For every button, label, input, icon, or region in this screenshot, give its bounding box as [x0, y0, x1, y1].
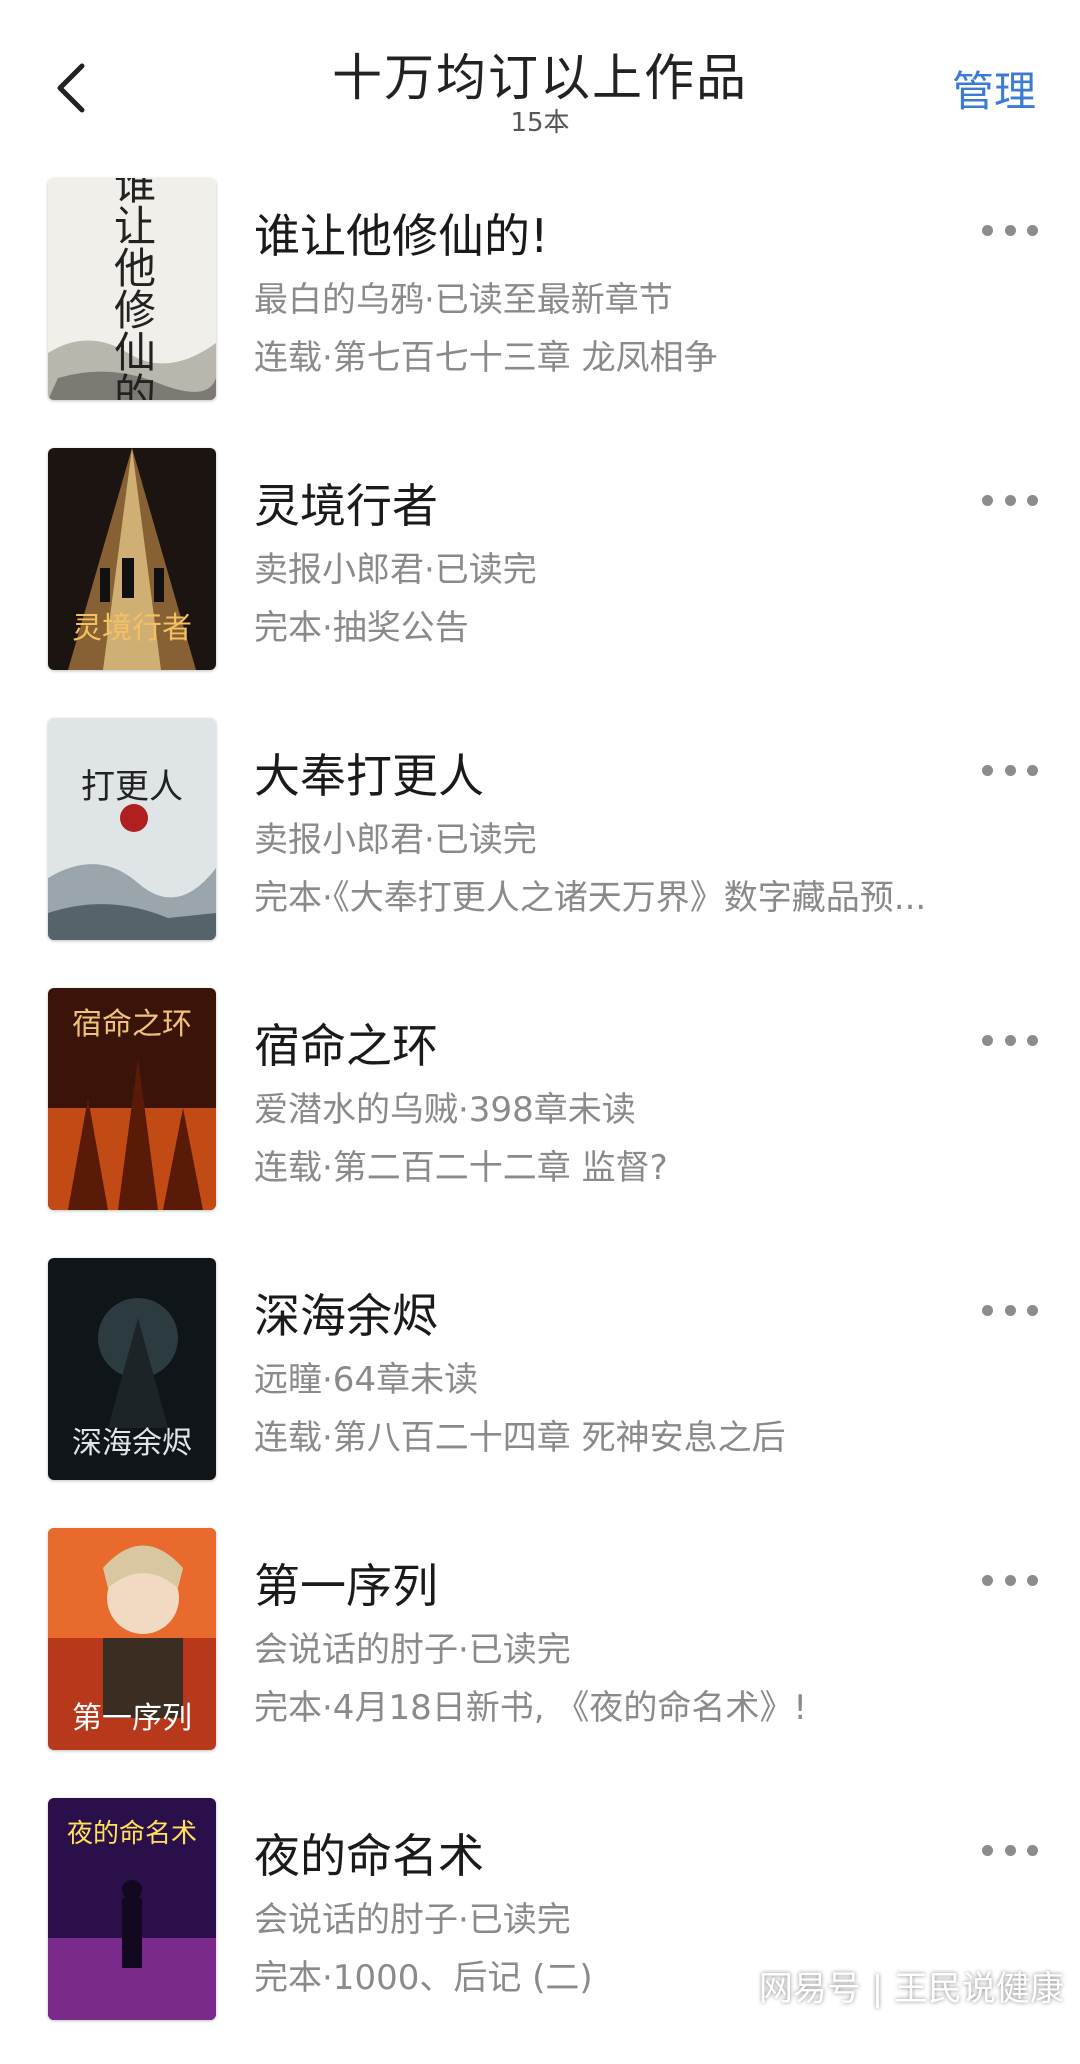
dot-icon: [982, 1034, 993, 1046]
book-item[interactable]: 第一序列 第一序列 会说话的肘子·已读完 完本·4月18日新书, 《夜的命名术》…: [0, 1524, 1080, 1794]
book-item[interactable]: 打更人 大奉打更人 卖报小郎君·已读完 完本·《大奉打更人之诸天万界》数字藏品预…: [0, 714, 1080, 984]
book-item[interactable]: 夜的命名术 夜的命名术 会说话的肘子·已读完 完本·1000、后记 (二): [0, 1794, 1080, 2064]
svg-text:深海余烬: 深海余烬: [72, 1426, 192, 1461]
book-item[interactable]: 宿命之环 宿命之环 爱潜水的乌贼·398章未读 连载·第二百二十二章 监督?: [0, 984, 1080, 1254]
svg-text:灵境行者: 灵境行者: [72, 611, 192, 646]
book-title: 大奉打更人: [254, 749, 484, 803]
book-item[interactable]: 谁让他修仙的 谁让他修仙的! 最白的乌鸦·已读至最新章节 连载·第七百七十三章 …: [0, 174, 1080, 444]
dot-icon: [982, 494, 993, 506]
more-options-button[interactable]: [982, 1838, 1038, 1862]
dot-icon: [1027, 224, 1038, 236]
svg-text:宿命之环: 宿命之环: [72, 1007, 192, 1042]
book-status: 完本·《大奉打更人之诸天万界》数字藏品预...: [254, 878, 927, 918]
book-status: 连载·第七百七十三章 龙凤相争: [254, 338, 718, 378]
manage-button[interactable]: 管理: [952, 58, 1036, 119]
book-author-progress: 最白的乌鸦·已读至最新章节: [254, 280, 673, 320]
svg-text:打更人: 打更人: [81, 767, 183, 807]
more-options-button[interactable]: [982, 1028, 1038, 1052]
dot-icon: [1004, 1844, 1016, 1856]
book-author-progress: 远瞳·64章未读: [254, 1360, 479, 1400]
dot-icon: [982, 1574, 993, 1586]
book-cover[interactable]: 第一序列: [48, 1528, 216, 1750]
book-cover[interactable]: 深海余烬: [48, 1258, 216, 1480]
book-cover[interactable]: 夜的命名术: [48, 1798, 216, 2020]
book-title: 夜的命名术: [254, 1829, 484, 1883]
book-status: 连载·第二百二十二章 监督?: [254, 1148, 668, 1188]
book-list: 谁让他修仙的 谁让他修仙的! 最白的乌鸦·已读至最新章节 连载·第七百七十三章 …: [0, 174, 1080, 2064]
dot-icon: [1027, 1574, 1038, 1586]
dot-icon: [1027, 1844, 1038, 1856]
dot-icon: [982, 1304, 993, 1316]
dot-icon: [1004, 1574, 1016, 1586]
dot-icon: [1027, 1304, 1038, 1316]
book-status: 连载·第八百二十四章 死神安息之后: [254, 1418, 786, 1458]
book-cover[interactable]: 打更人: [48, 718, 216, 940]
more-options-button[interactable]: [982, 218, 1038, 242]
more-options-button[interactable]: [982, 1568, 1038, 1592]
book-title: 第一序列: [254, 1559, 438, 1613]
dot-icon: [982, 764, 993, 776]
book-title: 深海余烬: [254, 1289, 438, 1343]
book-author-progress: 会说话的肘子·已读完: [254, 1900, 571, 1940]
dot-icon: [1004, 1034, 1016, 1046]
book-title: 谁让他修仙的!: [254, 209, 549, 263]
page-title: 十万均订以上作品: [332, 49, 748, 107]
book-status: 完本·4月18日新书, 《夜的命名术》!: [254, 1688, 807, 1728]
dot-icon: [1027, 1034, 1038, 1046]
more-options-button[interactable]: [982, 1298, 1038, 1322]
book-author-progress: 爱潜水的乌贼·398章未读: [254, 1090, 636, 1130]
dot-icon: [1027, 494, 1038, 506]
svg-text:夜的命名术: 夜的命名术: [67, 1819, 197, 1849]
book-cover[interactable]: 灵境行者: [48, 448, 216, 670]
dot-icon: [1004, 224, 1016, 236]
header: 十万均订以上作品 15本 管理: [0, 0, 1080, 150]
book-author-progress: 会说话的肘子·已读完: [254, 1630, 571, 1670]
dot-icon: [982, 224, 993, 236]
book-cover[interactable]: 谁让他修仙的: [48, 178, 216, 400]
svg-text:谁让他修仙的: 谁让他修仙的: [108, 178, 157, 400]
watermark: 网易号 | 王民说健康: [758, 1969, 1064, 2009]
book-author-progress: 卖报小郎君·已读完: [254, 820, 537, 860]
book-author-progress: 卖报小郎君·已读完: [254, 550, 537, 590]
svg-text:第一序列: 第一序列: [72, 1701, 192, 1736]
book-item[interactable]: 灵境行者 灵境行者 卖报小郎君·已读完 完本·抽奖公告: [0, 444, 1080, 714]
book-title: 宿命之环: [254, 1019, 438, 1073]
dot-icon: [1004, 764, 1016, 776]
book-status: 完本·抽奖公告: [254, 608, 469, 648]
book-cover[interactable]: 宿命之环: [48, 988, 216, 1210]
more-options-button[interactable]: [982, 758, 1038, 782]
dot-icon: [982, 1844, 993, 1856]
book-count: 15本: [510, 108, 570, 138]
more-options-button[interactable]: [982, 488, 1038, 512]
book-item[interactable]: 深海余烬 深海余烬 远瞳·64章未读 连载·第八百二十四章 死神安息之后: [0, 1254, 1080, 1524]
dot-icon: [1027, 764, 1038, 776]
book-title: 灵境行者: [254, 479, 438, 533]
dot-icon: [1004, 494, 1016, 506]
dot-icon: [1004, 1304, 1016, 1316]
